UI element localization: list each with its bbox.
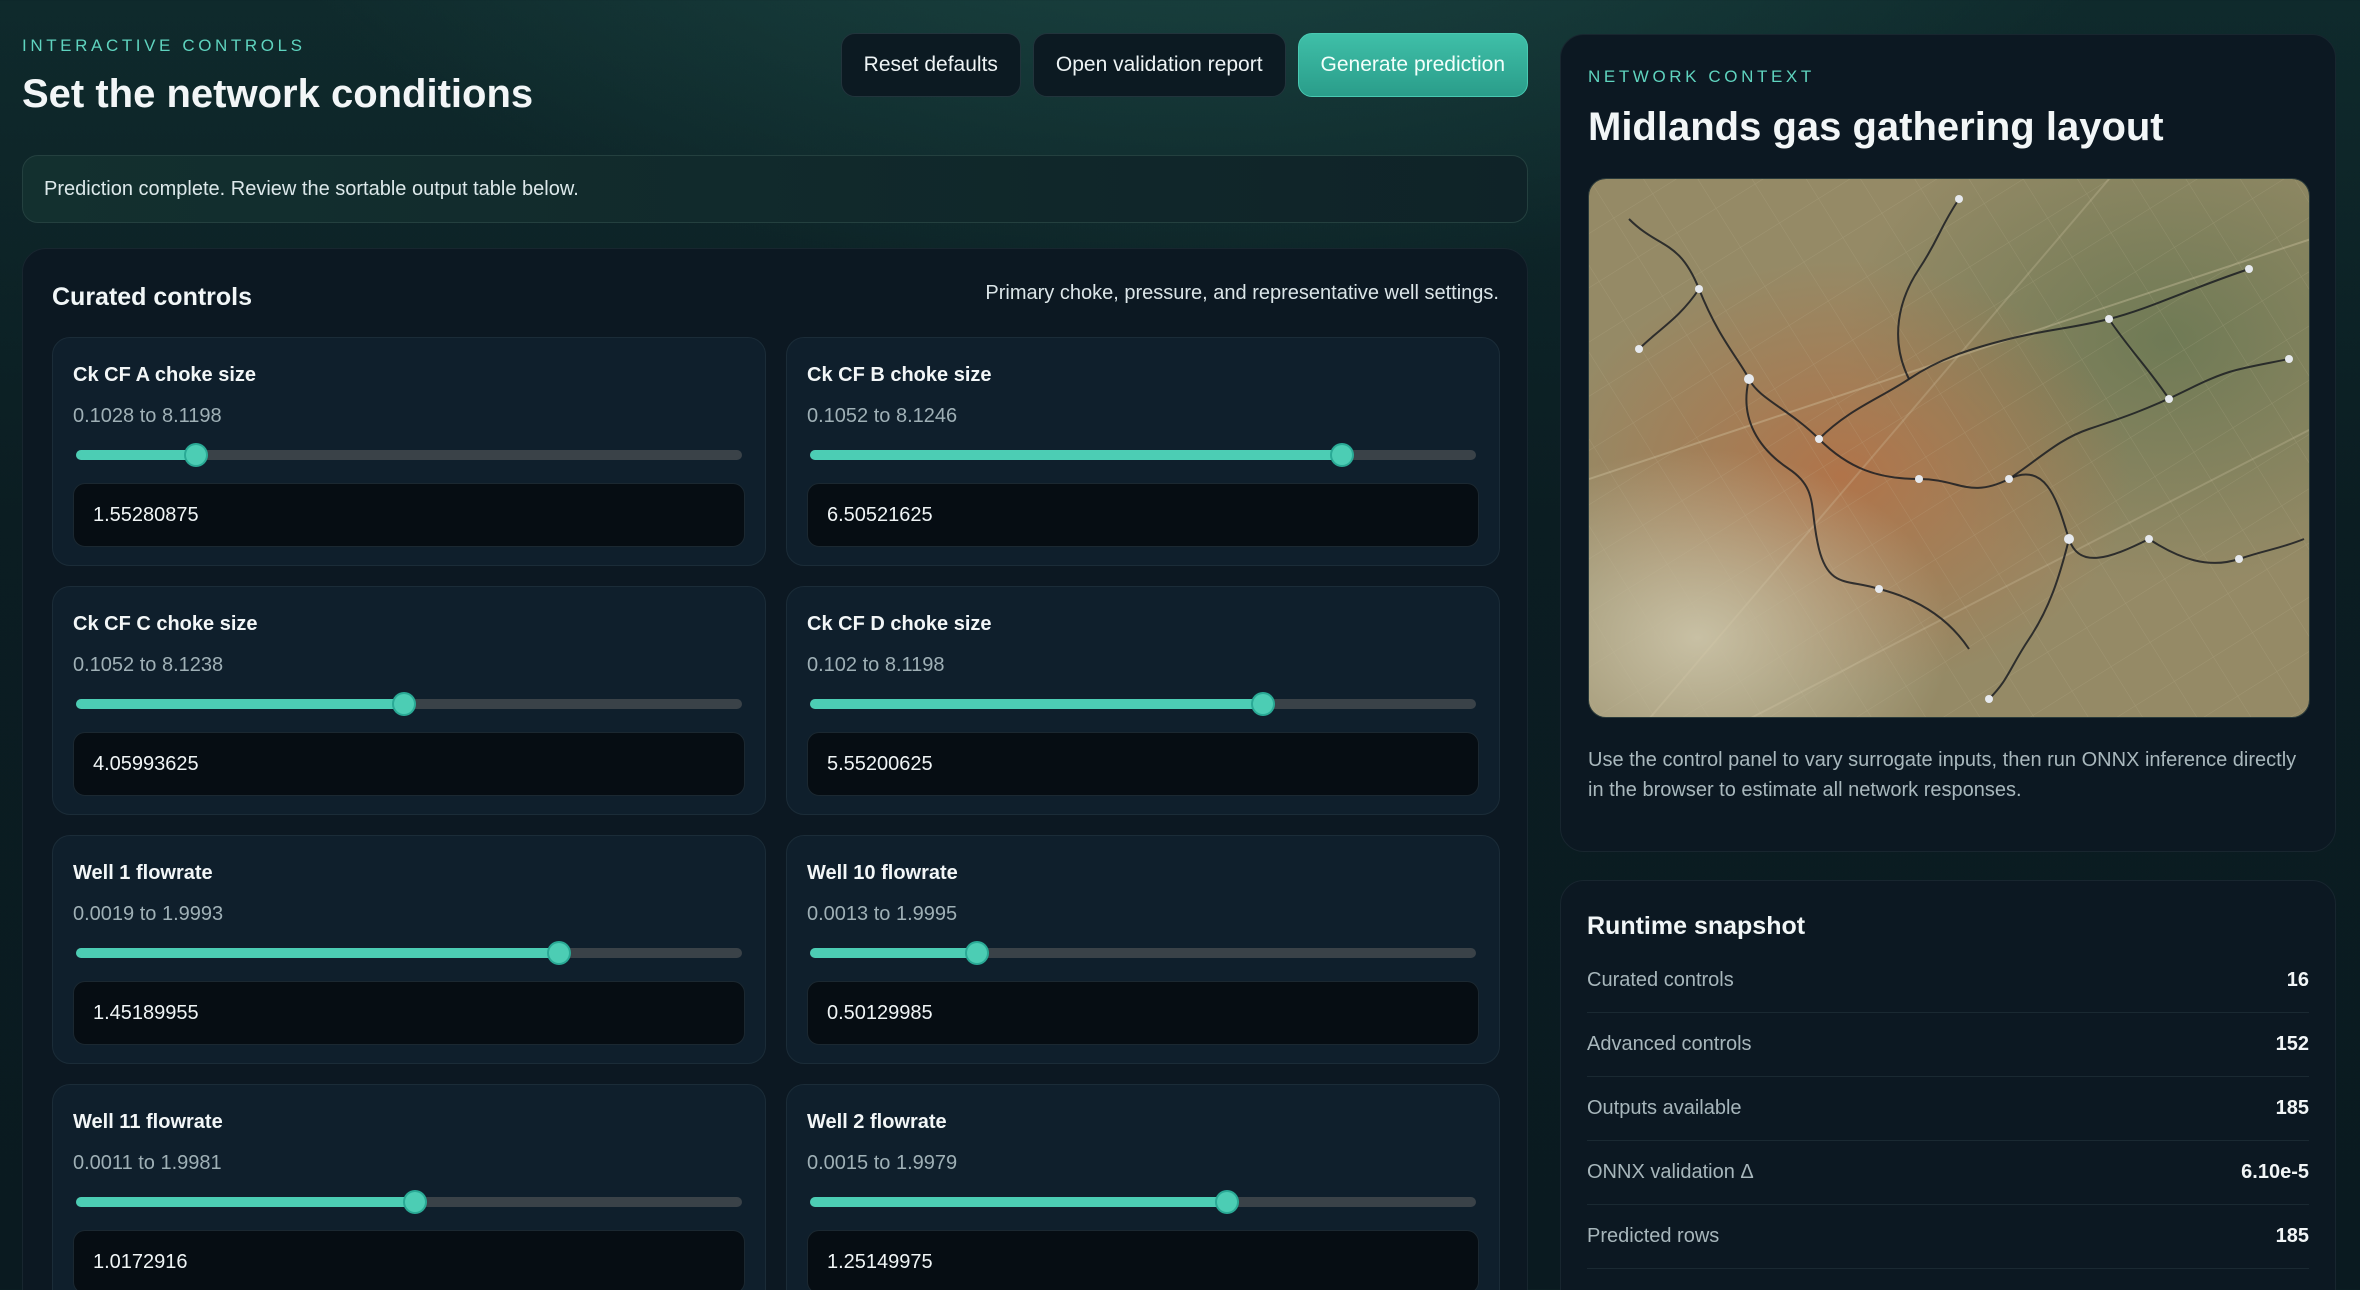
control-label: Ck CF A choke size [73, 364, 257, 386]
context-title: Midlands gas gathering layout [1588, 105, 2164, 149]
control-card: Well 1 flowrate 0.0019 to 1.9993 [52, 835, 766, 1064]
slider-thumb[interactable] [1216, 1192, 1237, 1212]
control-value-input[interactable] [73, 732, 745, 796]
slider-thumb[interactable] [966, 943, 987, 963]
control-value-input[interactable] [807, 483, 1479, 547]
slider-thumb[interactable] [549, 943, 570, 963]
network-map-image [1588, 178, 2310, 718]
control-slider[interactable] [76, 943, 742, 963]
control-slider[interactable] [810, 943, 1476, 963]
snapshot-row: Curated controls 16 [1587, 949, 2309, 1013]
open-validation-report-button[interactable]: Open validation report [1032, 33, 1286, 97]
snapshot-value: 185 [2275, 1225, 2309, 1247]
control-card: Ck CF B choke size 0.1052 to 8.1246 [786, 337, 1500, 566]
control-card: Ck CF C choke size 0.1052 to 8.1238 [52, 586, 766, 815]
snapshot-row: Outputs available 185 [1587, 1077, 2309, 1141]
slider-fill [810, 699, 1263, 709]
snapshot-key: Outputs available [1587, 1097, 1742, 1119]
control-range: 0.0019 to 1.9993 [73, 903, 224, 925]
status-banner: Prediction complete. Review the sortable… [22, 155, 1528, 223]
page-eyebrow: INTERACTIVE CONTROLS [22, 36, 306, 55]
control-range: 0.1052 to 8.1238 [73, 654, 224, 676]
slider-thumb[interactable] [404, 1192, 425, 1212]
snapshot-key: Advanced controls [1587, 1033, 1752, 1055]
control-card: Well 10 flowrate 0.0013 to 1.9995 [786, 835, 1500, 1064]
slider-fill [810, 450, 1342, 460]
control-value-input[interactable] [73, 981, 745, 1045]
slider-fill [76, 450, 197, 460]
snapshot-value: 16 [2286, 969, 2309, 991]
curated-controls-panel: Curated controls Primary choke, pressure… [22, 248, 1528, 1290]
control-range: 0.0011 to 1.9981 [73, 1152, 222, 1174]
action-toolbar: Reset defaults Open validation report Ge… [840, 33, 1528, 97]
control-range: 0.102 to 8.1198 [807, 654, 945, 676]
control-slider[interactable] [810, 1192, 1476, 1212]
control-label: Ck CF D choke size [807, 613, 992, 635]
control-label: Well 1 flowrate [73, 862, 213, 884]
control-slider[interactable] [810, 445, 1476, 465]
control-card: Ck CF D choke size 0.102 to 8.1198 [786, 586, 1500, 815]
snapshot-title: Runtime snapshot [1587, 912, 1806, 940]
slider-fill [76, 948, 560, 958]
control-value-input[interactable] [807, 1230, 1479, 1290]
snapshot-row: Advanced controls 152 [1587, 1013, 2309, 1077]
control-value-input[interactable] [73, 1230, 745, 1290]
control-value-input[interactable] [807, 981, 1479, 1045]
slider-fill [810, 948, 977, 958]
snapshot-value: 185 [2275, 1097, 2309, 1119]
control-value-input[interactable] [807, 732, 1479, 796]
generate-prediction-button[interactable]: Generate prediction [1297, 33, 1528, 97]
page-title: Set the network conditions [22, 72, 534, 116]
control-slider[interactable] [76, 694, 742, 714]
control-slider[interactable] [76, 445, 742, 465]
control-value-input[interactable] [73, 483, 745, 547]
control-range: 0.1028 to 8.1198 [73, 405, 222, 427]
slider-thumb[interactable] [394, 694, 415, 714]
control-range: 0.0013 to 1.9995 [807, 903, 958, 925]
panel-subtitle: Primary choke, pressure, and representat… [985, 282, 1499, 304]
slider-thumb[interactable] [1252, 694, 1273, 714]
control-card: Well 11 flowrate 0.0011 to 1.9981 [52, 1084, 766, 1290]
control-label: Well 11 flowrate [73, 1111, 223, 1133]
context-column: NETWORK CONTEXT Midlands gas gathering l… [1560, 34, 2336, 1290]
slider-thumb[interactable] [1331, 445, 1352, 465]
network-context-card: NETWORK CONTEXT Midlands gas gathering l… [1560, 34, 2336, 852]
control-range: 0.1052 to 8.1246 [807, 405, 958, 427]
panel-title: Curated controls [52, 283, 253, 311]
slider-fill [76, 699, 405, 709]
slider-thumb[interactable] [186, 445, 207, 465]
context-eyebrow: NETWORK CONTEXT [1588, 67, 1815, 86]
control-label: Well 10 flowrate [807, 862, 958, 884]
snapshot-key: Predicted rows [1587, 1225, 1720, 1247]
control-slider[interactable] [810, 694, 1476, 714]
snapshot-key: ONNX validation Δ [1587, 1161, 1754, 1183]
satellite-map [1589, 179, 2309, 717]
reset-defaults-button[interactable]: Reset defaults [840, 33, 1021, 97]
control-label: Ck CF B choke size [807, 364, 992, 386]
snapshot-row: Predicted rows 185 [1587, 1205, 2309, 1269]
context-description: Use the control panel to vary surrogate … [1588, 749, 2297, 801]
slider-fill [810, 1197, 1227, 1207]
snapshot-row: ONNX validation Δ 6.10e-5 [1587, 1141, 2309, 1205]
snapshot-value: 152 [2275, 1033, 2309, 1055]
slider-fill [76, 1197, 415, 1207]
snapshot-value: 6.10e-5 [2241, 1161, 2309, 1183]
control-card: Ck CF A choke size 0.1028 to 8.1198 [52, 337, 766, 566]
controls-grid: Ck CF A choke size 0.1028 to 8.1198 Ck C… [52, 337, 1500, 1290]
controls-column: INTERACTIVE CONTROLS Set the network con… [22, 0, 1528, 1290]
control-slider[interactable] [76, 1192, 742, 1212]
control-card: Well 2 flowrate 0.0015 to 1.9979 [786, 1084, 1500, 1290]
control-label: Ck CF C choke size [73, 613, 258, 635]
snapshot-key: Curated controls [1587, 969, 1734, 991]
control-label: Well 2 flowrate [807, 1111, 947, 1133]
control-range: 0.0015 to 1.9979 [807, 1152, 958, 1174]
